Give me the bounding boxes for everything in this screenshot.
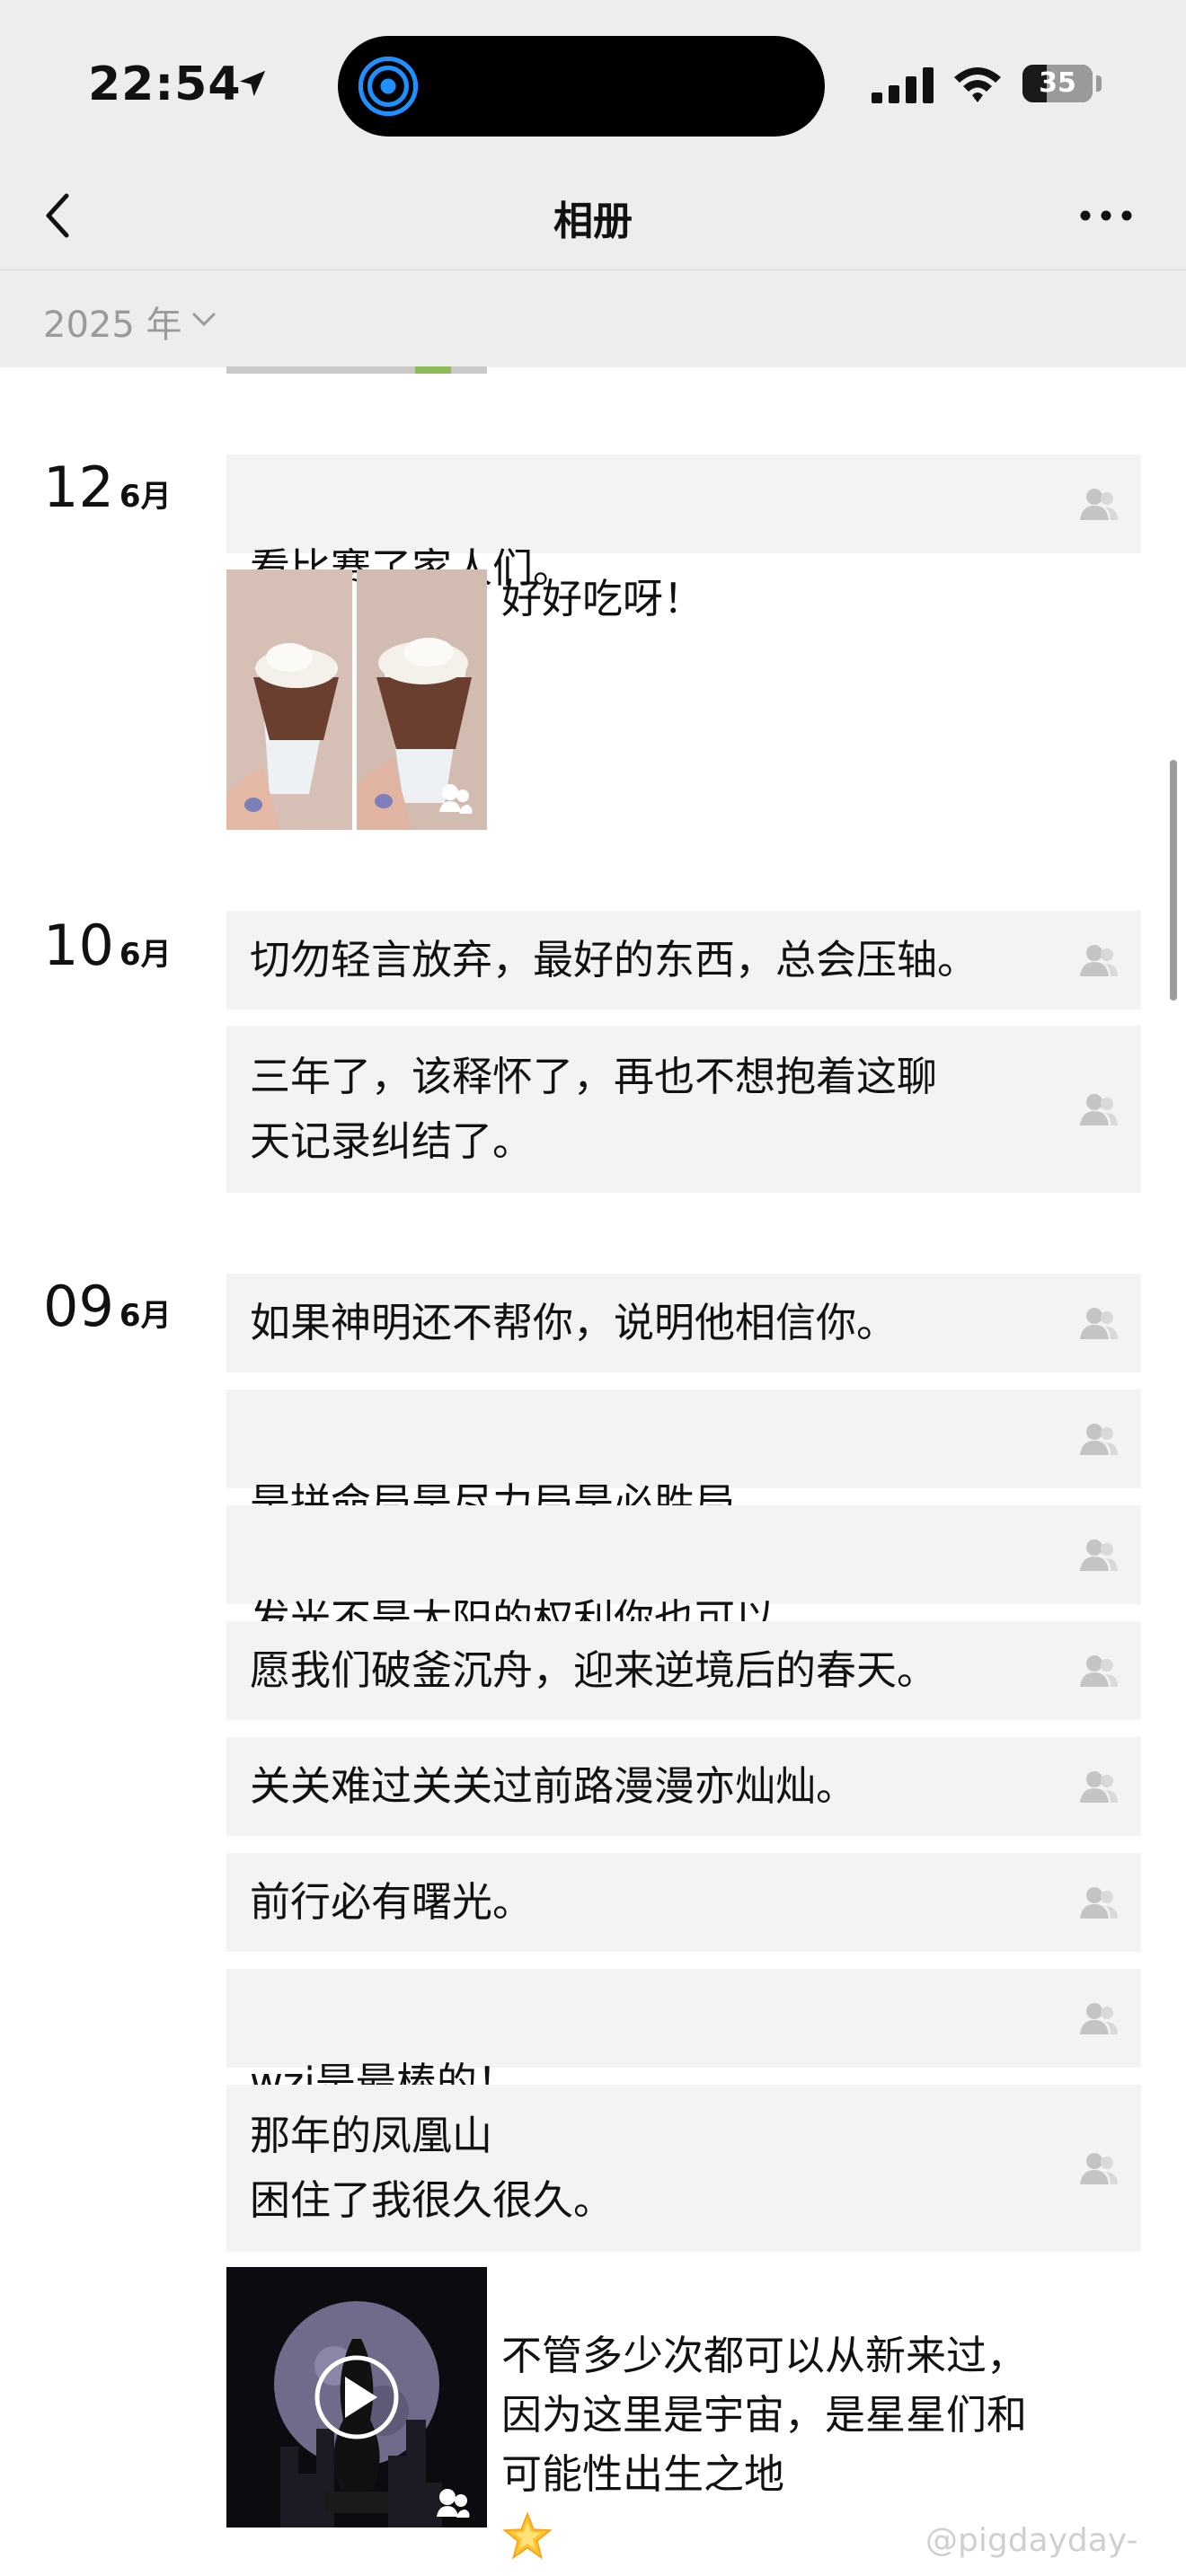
day-number: 10: [43, 913, 114, 978]
photo-thumbnail[interactable]: [226, 569, 352, 830]
friends-visibility-icon: [1080, 2003, 1118, 2034]
friends-visibility-icon: [1080, 1424, 1118, 1455]
post-text: 切勿轻言放弃，最好的东西，总会压轴。: [250, 936, 978, 984]
battery-level: 35: [1039, 67, 1076, 99]
list-item[interactable]: 看比赛了家人们。: [226, 454, 1141, 661]
list-item[interactable]: 切勿轻言放弃，最好的东西，总会压轴。: [226, 911, 1141, 1010]
post-text: 三年了，该释怀了，再也不想抱着这聊 天记录纠结了。: [250, 1053, 938, 1165]
battery-tip: [1096, 75, 1102, 92]
watermark: @pigdayday-: [925, 2522, 1138, 2559]
list-item[interactable]: 前行必有曙光。: [226, 1853, 1141, 1952]
list-item[interactable]: 如果神明还不帮你，说明他相信你。: [226, 1274, 1141, 1372]
photo-caption: 好好吃呀！: [501, 575, 704, 622]
post-text: 那年的凤凰山 困住了我很久很久。: [250, 2112, 615, 2224]
post-text: 如果神明还不帮你，说明他相信你。: [250, 1299, 898, 1346]
ice-cream-photo: [226, 569, 352, 830]
day-number: 12: [43, 454, 114, 520]
page-title: 相册: [553, 198, 633, 244]
previous-post-edge-accent: [415, 366, 451, 374]
year-filter-label[interactable]: 2025 年: [43, 296, 182, 348]
list-item[interactable]: 愿我们破釜沉舟，迎来逆境后的春天。: [226, 1621, 1141, 1720]
friends-visibility-icon: [1080, 1771, 1118, 1803]
friends-visibility-icon: [1080, 1655, 1118, 1687]
photo-thumbnail[interactable]: [357, 569, 487, 830]
friends-visibility-icon: [1080, 1308, 1118, 1339]
friends-visibility-icon: [1080, 1887, 1118, 1919]
location-arrow-icon: [239, 70, 266, 97]
video-caption: 不管多少次都可以从新来过， 因为这里是宇宙，是星星们和 可能性出生之地: [501, 2332, 1028, 2498]
glowing-star-icon: [502, 2511, 553, 2560]
day-number: 09: [43, 1274, 114, 1339]
battery-indicator: 35: [1022, 65, 1093, 102]
post-text: 关关难过关关过前路漫漫亦灿灿。: [250, 1762, 857, 1810]
day-month: 6月: [119, 937, 172, 973]
dynamic-island: [338, 36, 825, 137]
day-month: 6月: [119, 479, 172, 515]
list-item[interactable]: 关关难过关关过前路漫漫亦灿灿。: [226, 1737, 1141, 1836]
friends-visibility-icon: [1080, 489, 1118, 520]
friends-visibility-icon: [1080, 2153, 1118, 2184]
nav-bar: 相册: [0, 171, 1186, 270]
list-item[interactable]: wzj是最棒的！: [226, 1969, 1141, 2173]
photo-post[interactable]: 好好吃呀！: [226, 569, 1141, 830]
more-options-icon[interactable]: [1078, 198, 1134, 234]
day-label: 12 6月: [43, 454, 172, 520]
video-post[interactable]: 不管多少次都可以从新来过， 因为这里是宇宙，是星星们和 可能性出生之地: [226, 2267, 1141, 2560]
day-month: 6月: [119, 1298, 172, 1334]
status-time: 22:54: [88, 57, 242, 111]
post-text: 愿我们破釜沉舟，迎来逆境后的春天。: [250, 1646, 938, 1694]
cellular-signal-icon: [872, 67, 934, 103]
list-item[interactable]: 发光不是太阳的权利你也可以: [226, 1505, 1141, 1713]
year-filter[interactable]: 2025 年: [0, 270, 1186, 367]
video-thumbnail[interactable]: [226, 2267, 487, 2527]
friends-visibility-icon: [1080, 1094, 1118, 1125]
status-bar: 22:54 35: [0, 0, 1186, 171]
airdrop-icon: [358, 56, 419, 117]
list-item[interactable]: 是拼命局是尽力局是必胜局: [226, 1389, 1141, 1593]
scrollbar[interactable]: [1170, 760, 1177, 1001]
moon-silhouette-video-frame: [226, 2267, 487, 2527]
ice-cream-photo: [357, 569, 487, 830]
day-label: 09 6月: [43, 1274, 172, 1339]
wifi-icon: [954, 67, 1001, 102]
friends-visibility-icon: [1080, 945, 1118, 976]
list-item[interactable]: 三年了，该释怀了，再也不想抱着这聊 天记录纠结了。: [226, 1026, 1141, 1193]
friends-visibility-icon: [1080, 1539, 1118, 1571]
chevron-down-icon: [192, 313, 216, 327]
day-label: 10 6月: [43, 913, 172, 978]
post-text: 前行必有曙光。: [250, 1878, 534, 1926]
list-item[interactable]: 那年的凤凰山 困住了我很久很久。: [226, 2085, 1141, 2252]
